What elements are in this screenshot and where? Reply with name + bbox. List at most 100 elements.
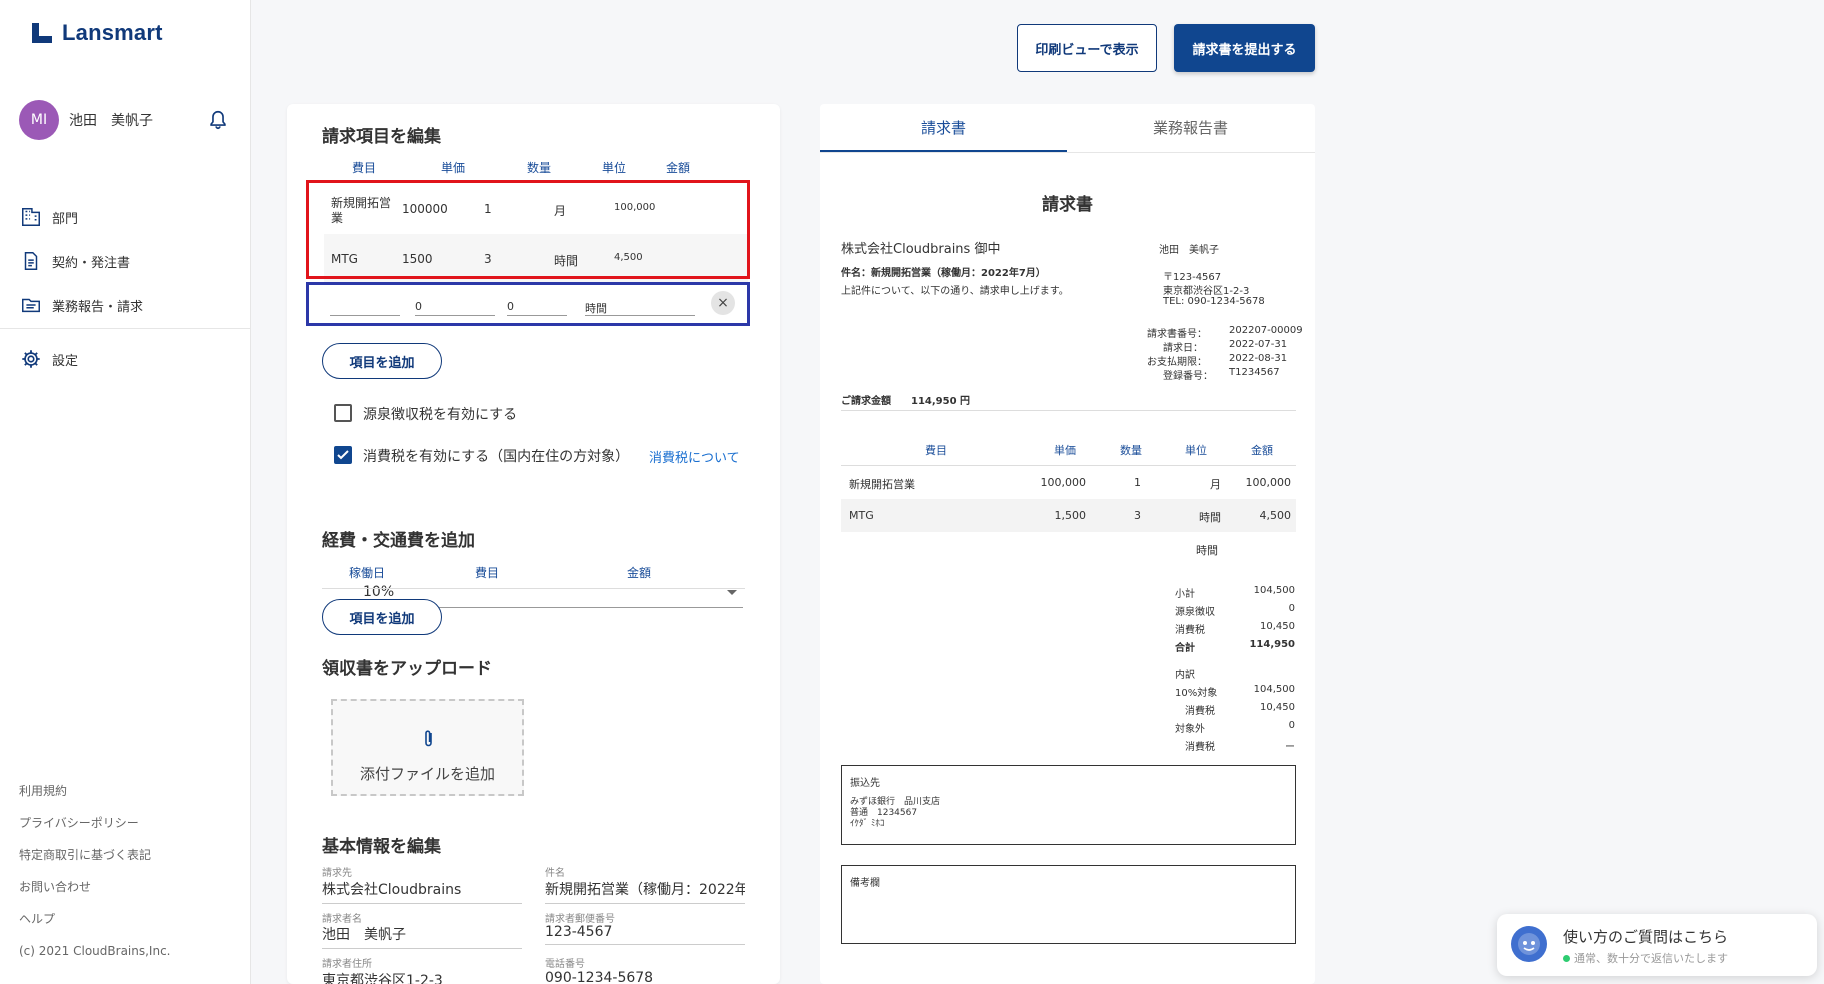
doc-row-unit: 月 xyxy=(1210,478,1221,491)
biller-input[interactable]: 池田 美帆子 xyxy=(322,924,522,949)
check-icon xyxy=(337,450,349,460)
paperclip-icon xyxy=(425,730,432,747)
issuer-tel: TEL: 090-1234-5678 xyxy=(1163,296,1265,307)
subject-input[interactable]: 新規開拓営業（稼働月：2022年 xyxy=(545,879,745,904)
footer-link-privacy[interactable]: プライバシーポリシー xyxy=(19,807,171,839)
meta-value: 2022-07-31 xyxy=(1229,339,1288,350)
summary-value: 0 xyxy=(1288,603,1295,614)
attach-file-dropzone[interactable]: 添付ファイルを追加 xyxy=(331,699,524,796)
doc-column-qty: 数量 xyxy=(1120,444,1142,457)
new-row-unit-select[interactable]: 時間 xyxy=(585,296,661,316)
sidebar-item-reports[interactable]: 業務報告・請求 xyxy=(0,283,250,327)
sidebar-item-departments[interactable]: 部門 xyxy=(0,195,250,239)
app-name: Lansmart xyxy=(62,20,163,45)
doc-extra-unit: 時間 xyxy=(1196,544,1218,557)
footer-link-terms[interactable]: 利用規約 xyxy=(19,775,171,807)
table-row: MTG 1,500 3 時間 4,500 xyxy=(841,499,1296,532)
footer-link-help[interactable]: ヘルプ xyxy=(19,903,171,935)
add-expense-button[interactable]: 項目を追加 xyxy=(322,599,442,635)
meta-value: T1234567 xyxy=(1229,367,1280,378)
invoice-subject: 件名：新規開拓営業（稼働月：2022年7月） xyxy=(841,268,1046,279)
address-input[interactable]: 東京都渋谷区1-2-3 xyxy=(322,970,522,984)
add-item-button[interactable]: 項目を追加 xyxy=(322,343,442,379)
doc-row-amount: 4,500 xyxy=(1259,509,1292,522)
new-row-name-input[interactable] xyxy=(330,296,400,316)
sidebar-item-label: 部門 xyxy=(52,211,79,227)
subject-label: 件名 xyxy=(545,868,565,879)
caret-down-icon xyxy=(727,590,737,595)
help-title: 使い方のご質問はこちら xyxy=(1563,928,1729,946)
footer-links: 利用規約 プライバシーポリシー 特定商取引に基づく表記 お問い合わせ ヘルプ (… xyxy=(19,775,171,967)
tax-rate-value: 10% xyxy=(363,584,395,600)
issuer-address: 東京都渋谷区1-2-3 xyxy=(1163,286,1250,297)
invoice-title: 請求書 xyxy=(1042,195,1093,215)
notes-box: 備考欄 xyxy=(841,865,1296,944)
tab-invoice[interactable]: 請求書 xyxy=(820,104,1067,152)
folder-icon xyxy=(22,298,40,313)
summary-label: 小計 xyxy=(1175,589,1195,600)
column-header-item: 費目 xyxy=(352,161,377,175)
logo[interactable]: Lansmart xyxy=(30,20,163,46)
column-header-price: 単価 xyxy=(441,161,466,175)
withholding-checkbox[interactable] xyxy=(334,404,352,422)
invoice-recipient: 株式会社Cloudbrains 御中 xyxy=(841,242,1001,257)
submit-invoice-button[interactable]: 請求書を提出する xyxy=(1174,24,1315,72)
bell-icon[interactable] xyxy=(207,109,229,131)
meta-label: 請求日： xyxy=(1163,343,1203,354)
breakdown-label: 消費税 xyxy=(1185,706,1215,717)
phone-input[interactable]: 090-1234-5678 xyxy=(545,970,745,984)
user-name: 池田 美帆子 xyxy=(69,113,153,129)
lansmart-logo-icon xyxy=(30,21,54,45)
user-profile: MI 池田 美帆子 xyxy=(19,100,229,140)
doc-row-name: 新規開拓営業 xyxy=(849,478,915,491)
breakdown-value: 104,500 xyxy=(1253,684,1295,695)
billto-input[interactable]: 株式会社Cloudbrains xyxy=(322,879,522,904)
receipt-section-title: 領収書をアップロード xyxy=(322,659,492,679)
help-subtitle: 通常、数十分で返信いたします xyxy=(1563,950,1728,966)
table-row: 新規開拓営業 100,000 1 月 100,000 xyxy=(841,466,1296,499)
doc-row-unit: 時間 xyxy=(1199,511,1221,524)
nav-divider xyxy=(0,328,251,329)
new-row-amount xyxy=(659,296,695,316)
chat-bot-icon xyxy=(1511,926,1547,962)
bank-info-box: 振込先 みずほ銀行 品川支店 普通 1234567 ｲｹﾀﾞ ﾐﾎｺ xyxy=(841,765,1296,845)
expense-divider xyxy=(322,588,745,589)
avatar[interactable]: MI xyxy=(19,100,59,140)
bank-title: 振込先 xyxy=(850,778,880,789)
meta-label: 請求書番号： xyxy=(1147,329,1207,340)
meta-label: お支払期限： xyxy=(1147,357,1207,368)
phone-label: 電話番号 xyxy=(545,959,585,970)
consumption-tax-checkbox[interactable] xyxy=(334,446,352,464)
breakdown-value: 10,450 xyxy=(1260,702,1295,713)
footer-link-contact[interactable]: お問い合わせ xyxy=(19,871,171,903)
doc-column-amount: 金額 xyxy=(1251,444,1273,457)
clear-row-button[interactable]: × xyxy=(711,291,735,315)
meta-value: 2022-08-31 xyxy=(1229,353,1288,364)
copyright: (c) 2021 CloudBrains,Inc. xyxy=(19,944,171,958)
consumption-tax-link[interactable]: 消費税について xyxy=(649,447,740,466)
sidebar-item-label: 設定 xyxy=(52,353,79,369)
biller-label: 請求者名 xyxy=(322,914,362,925)
doc-column-unit: 単位 xyxy=(1185,444,1207,457)
zip-input[interactable]: 123-4567 xyxy=(545,924,745,945)
document-icon xyxy=(24,252,38,270)
new-row-qty-input[interactable]: 0 xyxy=(507,296,567,316)
invoice-preview: 請求書 業務報告書 請求書 株式会社Cloudbrains 御中 件名：新規開拓… xyxy=(820,104,1315,984)
summary-label: 合計 xyxy=(1175,643,1195,654)
help-chat-widget[interactable]: 使い方のご質問はこちら 通常、数十分で返信いたします xyxy=(1497,914,1817,976)
zip-label: 請求者郵便番号 xyxy=(545,914,615,925)
footer-link-commerce[interactable]: 特定商取引に基づく表記 xyxy=(19,839,171,871)
breakdown-title: 内訳 xyxy=(1175,670,1195,681)
column-header-unit: 単位 xyxy=(602,161,627,175)
building-icon xyxy=(22,208,40,226)
doc-row-qty: 3 xyxy=(1134,509,1141,522)
expenses-section-title: 経費・交通費を追加 xyxy=(322,531,475,551)
total-value: 114,950 円 xyxy=(911,396,971,407)
print-view-button[interactable]: 印刷ビューで表示 xyxy=(1017,24,1157,72)
tab-report[interactable]: 業務報告書 xyxy=(1067,104,1314,152)
expense-column-item: 費目 xyxy=(475,566,500,580)
sidebar-item-contracts[interactable]: 契約・発注書 xyxy=(0,239,250,283)
sidebar-item-label: 業務報告・請求 xyxy=(52,299,144,315)
new-row-price-input[interactable]: 0 xyxy=(415,296,495,316)
sidebar-item-settings[interactable]: 設定 xyxy=(0,337,250,381)
